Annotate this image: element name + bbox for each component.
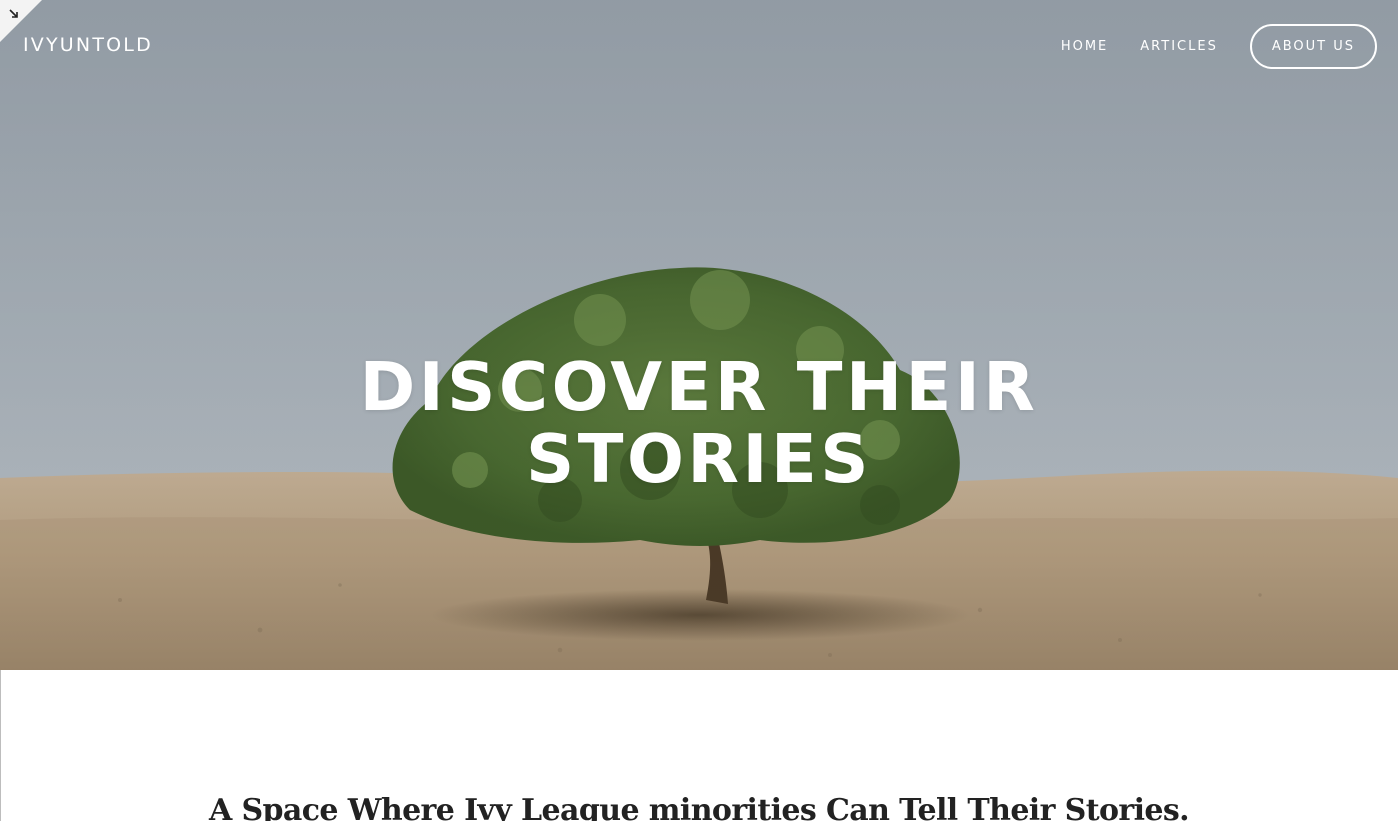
hero-background-image [0, 0, 1398, 670]
main-nav: HOME ARTICLES ABOUT US [1029, 23, 1377, 69]
hero-title-line-2: STORIES [526, 419, 872, 498]
hero-title-line-1: DISCOVER THEIR [359, 347, 1039, 426]
intro-tagline: A Space Where Ivy League minorities Can … [208, 792, 1190, 821]
nav-articles-link[interactable]: ARTICLES [1140, 39, 1218, 54]
nav-about-us-button[interactable]: ABOUT US [1249, 23, 1377, 69]
corner-resize-icon[interactable] [0, 0, 42, 42]
hero-title: DISCOVER THEIR STORIES [0, 351, 1398, 495]
site-logo[interactable]: IVYUNTOLD [23, 34, 153, 56]
hero-section: IVYUNTOLD HOME ARTICLES ABOUT US DISCOVE… [0, 0, 1398, 670]
nav-home-link[interactable]: HOME [1061, 39, 1108, 54]
